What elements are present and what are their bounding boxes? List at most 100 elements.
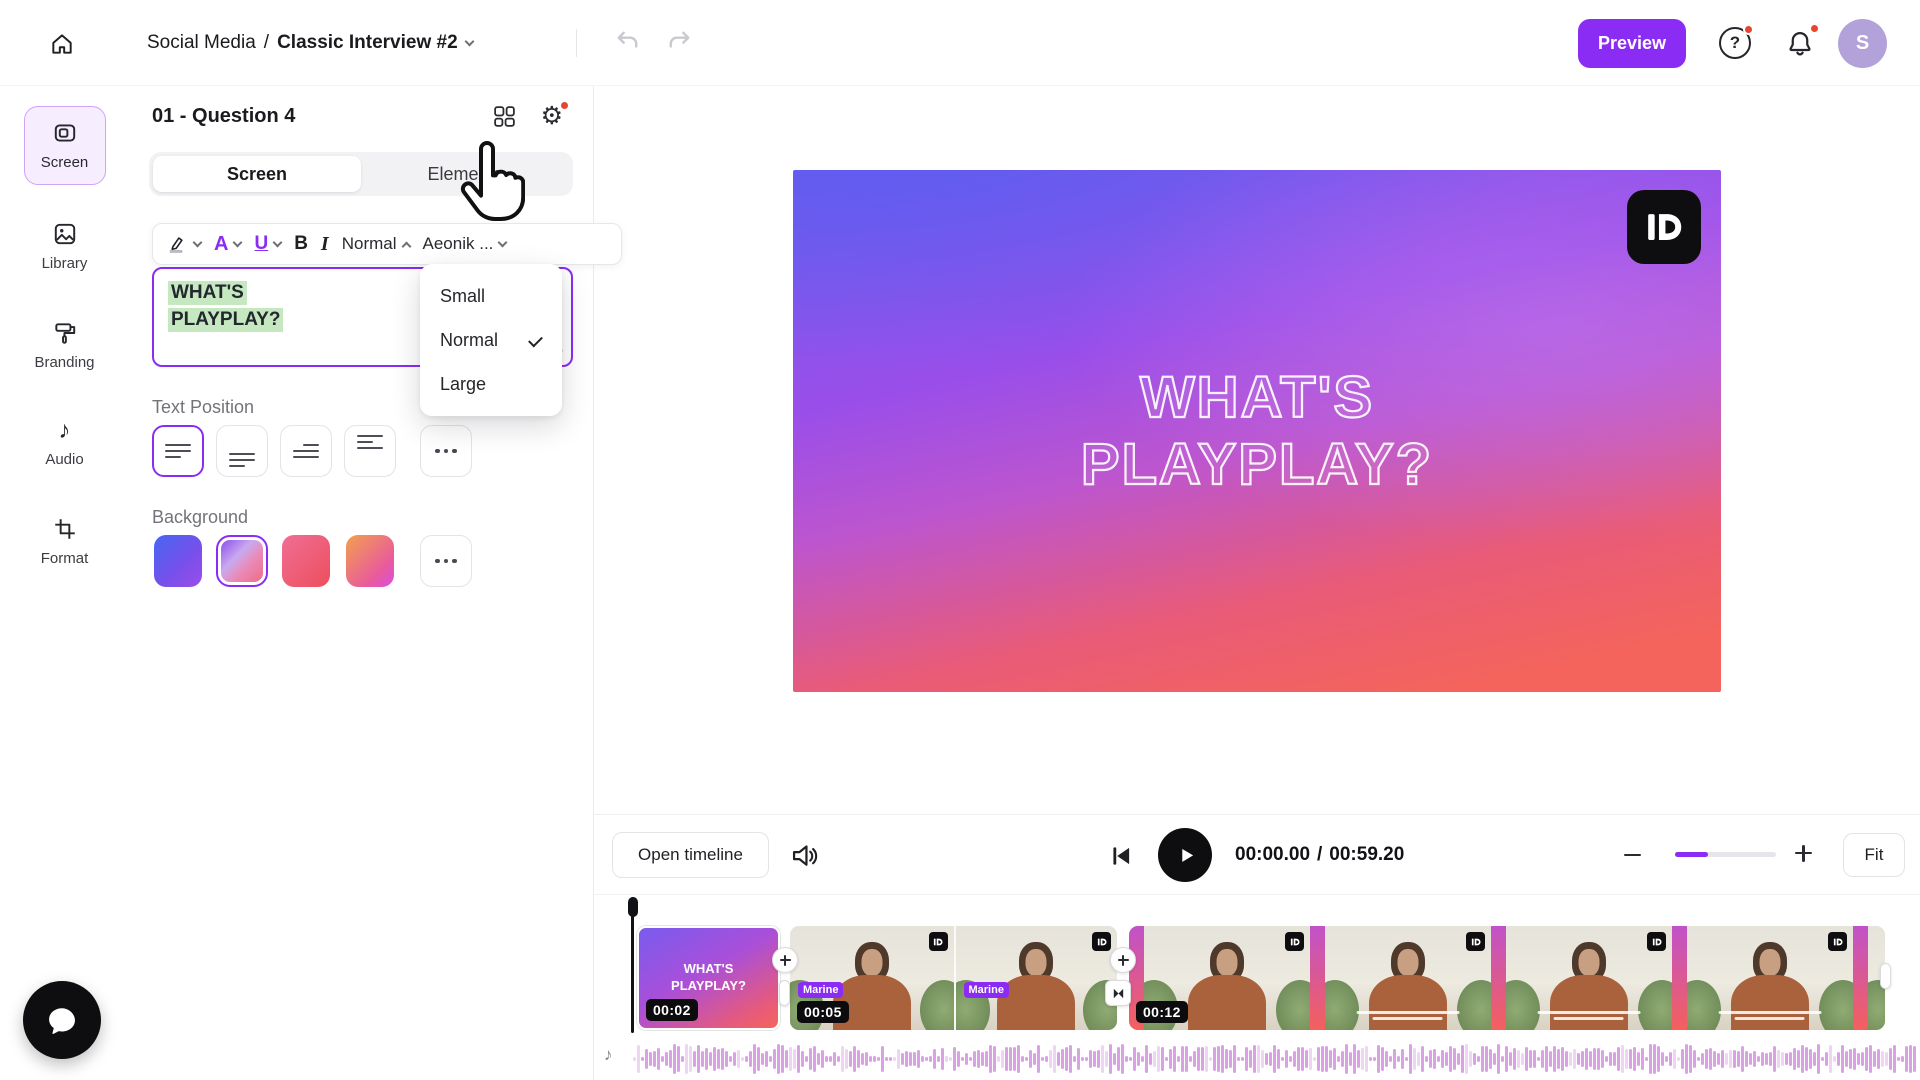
screens-overview-button[interactable] — [492, 104, 517, 129]
sidebar-item-library[interactable]: Library — [19, 213, 111, 280]
fit-button[interactable]: Fit — [1843, 833, 1905, 877]
canvas-overlay-text[interactable]: WHAT'S PLAYPLAY? — [1080, 364, 1434, 499]
timeline-clip-interview-1[interactable]: Marine Marine 00:05 — [790, 926, 1117, 1030]
text-position-center-button[interactable] — [280, 425, 332, 477]
tab-screen[interactable]: Screen — [153, 156, 361, 192]
text-position-top-button[interactable] — [344, 425, 396, 477]
sidebar-item-label: Library — [41, 255, 88, 272]
caption-lines — [1352, 1010, 1465, 1020]
text-size-menu: Small Normal Large — [420, 264, 562, 416]
mute-button[interactable] — [790, 841, 818, 869]
transition-icon — [1111, 986, 1126, 1001]
home-button[interactable] — [44, 26, 80, 62]
undo-button[interactable] — [614, 29, 641, 53]
chat-bubble-icon — [44, 1002, 80, 1038]
text-position-center-icon — [293, 443, 319, 459]
zoom-slider-fill — [1675, 852, 1708, 857]
playplay-logo-mini — [928, 932, 948, 951]
fill-color-button[interactable] — [166, 233, 203, 255]
underline-button[interactable]: U — [254, 233, 283, 255]
plus-icon — [779, 954, 791, 966]
tab-screen-label: Screen — [226, 163, 288, 184]
zoom-slider[interactable] — [1675, 852, 1776, 857]
sidebar-item-branding[interactable]: Branding — [19, 312, 111, 379]
background-swatch-4[interactable] — [344, 535, 396, 587]
menu-item-large[interactable]: Large — [420, 362, 562, 406]
clip-trim-handle[interactable] — [779, 980, 790, 1006]
background-more-button[interactable] — [420, 535, 472, 587]
background-swatch-3[interactable] — [280, 535, 332, 587]
menu-item-label: Small — [440, 285, 486, 306]
minus-icon — [1624, 853, 1641, 857]
transition-button[interactable] — [1105, 980, 1131, 1006]
text-size-dropdown[interactable]: Normal — [341, 234, 411, 254]
settings-button[interactable]: ⚙ — [541, 100, 570, 129]
italic-button[interactable]: I — [321, 233, 329, 256]
menu-item-label: Normal — [440, 329, 499, 350]
check-icon — [528, 332, 543, 348]
bell-notification-dot — [1809, 23, 1820, 34]
caption-lines — [1714, 1010, 1827, 1020]
sidebar-item-format[interactable]: Format — [19, 508, 111, 575]
canvas-text-line-2: PLAYPLAY? — [1080, 431, 1434, 498]
text-position-more-button[interactable] — [420, 425, 472, 477]
redo-button[interactable] — [666, 29, 693, 53]
topbar: Social Media / Classic Interview #2 Prev… — [0, 0, 1920, 86]
text-position-middle-button[interactable] — [152, 425, 204, 477]
gradient-swatch — [221, 540, 263, 582]
add-screen-button[interactable] — [772, 947, 798, 973]
text-position-top-icon — [357, 434, 383, 450]
zoom-out-button[interactable] — [1624, 846, 1644, 864]
skip-to-start-button[interactable] — [1108, 843, 1134, 869]
chevron-down-icon — [272, 237, 283, 247]
menu-item-normal[interactable]: Normal — [420, 318, 562, 362]
timeline-clip-title-screen[interactable]: WHAT'S PLAYPLAY? 00:02 — [637, 926, 780, 1030]
bold-label: B — [294, 233, 308, 254]
breadcrumb[interactable]: Social Media / Classic Interview #2 — [147, 0, 475, 86]
menu-item-small[interactable]: Small — [420, 274, 562, 318]
bold-button[interactable]: B — [294, 233, 308, 255]
help-button[interactable]: ? — [1719, 24, 1754, 59]
playhead-handle[interactable] — [627, 897, 638, 917]
play-button[interactable] — [1158, 828, 1212, 882]
sidebar-item-audio[interactable]: ♪ Audio — [19, 411, 111, 476]
gradient-sliver — [1310, 926, 1325, 1030]
video-canvas[interactable]: WHAT'S PLAYPLAY? — [793, 170, 1721, 692]
plus-icon — [1795, 844, 1812, 862]
zoom-in-button[interactable] — [1795, 844, 1813, 862]
chevron-down-icon — [464, 36, 475, 46]
clip-duration-badge: 00:05 — [797, 1001, 849, 1023]
screen-title: 01 - Question 4 — [152, 105, 296, 127]
audio-waveform[interactable] — [633, 1041, 1918, 1077]
background-swatch-1[interactable] — [152, 535, 204, 587]
transport-bar: Open timeline 00:00.00 / 00:59.20 Fit — [594, 814, 1920, 894]
panel-header: 01 - Question 4 ⚙ — [152, 100, 570, 129]
background-swatch-2-selected[interactable] — [216, 535, 268, 587]
open-timeline-button[interactable]: Open timeline — [612, 832, 769, 878]
chat-widget-button[interactable] — [23, 981, 101, 1059]
text-size-value: Normal — [341, 234, 397, 253]
playplay-logo-mini — [1466, 932, 1485, 951]
breadcrumb-section: Social Media — [147, 32, 256, 53]
font-dropdown[interactable]: Aeonik ... — [422, 234, 508, 254]
left-rail: Screen Library Branding ♪ Audio Format — [0, 86, 129, 1080]
paint-roller-icon — [52, 320, 78, 346]
sidebar-item-screen[interactable]: Screen — [23, 106, 106, 185]
notifications-button[interactable] — [1782, 23, 1820, 61]
redo-icon — [666, 29, 693, 53]
playhead[interactable] — [631, 897, 634, 1033]
plus-icon — [1117, 954, 1129, 966]
add-screen-button[interactable] — [1110, 947, 1136, 973]
home-icon — [49, 31, 75, 57]
clip-trim-handle[interactable] — [1880, 963, 1891, 989]
text-position-bottom-button[interactable] — [216, 425, 268, 477]
background-label: Background — [152, 507, 249, 527]
text-color-button[interactable]: A — [214, 233, 243, 256]
preview-button[interactable]: Preview — [1578, 19, 1686, 68]
font-value: Aeonik ... — [422, 234, 494, 253]
playplay-logo-mini — [1828, 932, 1847, 951]
time-current: 00:00.00 — [1235, 844, 1311, 865]
avatar[interactable]: S — [1838, 19, 1887, 68]
chevron-up-icon — [401, 241, 411, 251]
timeline-clip-interview-2[interactable]: 00:12 — [1129, 926, 1885, 1030]
